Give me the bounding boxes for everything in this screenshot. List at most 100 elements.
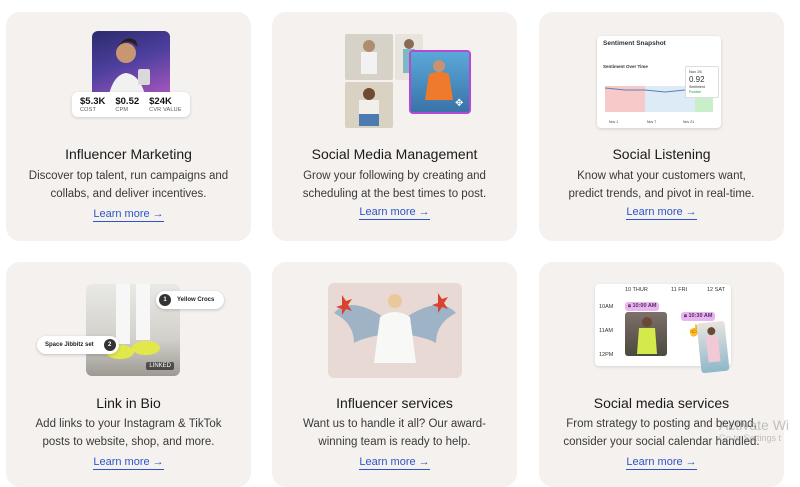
learn-more-link[interactable]: Learn more →	[93, 456, 164, 470]
learn-more-label: Learn more	[93, 456, 150, 468]
person-icon	[705, 327, 721, 363]
calendar-day: 10 THUR	[625, 287, 648, 293]
linked-badge: LINKED	[146, 362, 174, 370]
stat-label: CPM	[115, 107, 129, 113]
person-icon	[361, 40, 377, 74]
stat-value: $24K	[149, 96, 172, 107]
card-title: Influencer Marketing	[65, 146, 192, 162]
influencer-wings-photo	[328, 283, 462, 378]
desc-line: Know what your customers want,	[577, 170, 746, 182]
chip-time: 10:30 AM	[688, 313, 713, 319]
stat-value: $5.3K	[80, 96, 106, 107]
card-title: Social Listening	[612, 146, 711, 162]
x-tick: Nov 7	[647, 120, 657, 124]
arrow-right-icon: →	[418, 206, 430, 218]
move-icon[interactable]: ✥	[455, 98, 463, 109]
card-description: Discover top talent, run campaigns and c…	[16, 167, 241, 203]
watermark-line: Go to Settings t	[719, 433, 782, 443]
person-icon	[637, 317, 657, 354]
learn-more-link[interactable]: Learn more →	[626, 206, 697, 220]
link-label: Space Jibbitz set	[45, 342, 94, 348]
cursor-hand-icon: ☝	[687, 325, 701, 337]
learn-more-label: Learn more	[93, 208, 150, 220]
tooltip-value: 0.92	[689, 75, 705, 84]
x-tick: Nov 21	[683, 120, 695, 124]
learn-more-label: Learn more	[359, 456, 416, 468]
content-calendar: 10 THUR 11 FRI 12 SAT 10AM 11AM 12PM 🔒︎ …	[595, 284, 731, 374]
calendar-time: 11AM	[599, 328, 613, 334]
stat-cost: $5.3K COST	[80, 96, 105, 113]
card-link-in-bio: LINKED 1 Yellow Crocs Space Jibbitz set …	[6, 262, 251, 487]
card-title: Influencer services	[336, 395, 453, 411]
desc-line: Add links to your Instagram & TikTok	[35, 418, 222, 430]
calendar-time: 12PM	[599, 352, 614, 358]
card-description: Want us to handle it all? Our award- win…	[282, 415, 507, 451]
card-title: Link in Bio	[96, 395, 161, 411]
stat-label: COST	[80, 107, 97, 113]
campaign-stats-box: $5.3K COST $0.52 CPM $24K CVR VALUE	[72, 92, 190, 117]
post-thumbnail	[345, 34, 393, 80]
desc-line: winning team is ready to help.	[318, 436, 471, 448]
post-collage: ✥	[345, 34, 473, 128]
stat-value: $0.52	[115, 96, 140, 107]
arrow-right-icon: →	[152, 208, 164, 220]
card-influencer-marketing: $5.3K COST $0.52 CPM $24K CVR VALUE Influen…	[6, 12, 251, 241]
learn-more-link[interactable]: Learn more →	[359, 456, 430, 470]
learn-more: Learn more →	[539, 456, 784, 470]
sentiment-tooltip: Nov 26 0.92 Sentiment Positive	[685, 66, 719, 98]
card-social-media-services: 10 THUR 11 FRI 12 SAT 10AM 11AM 12PM 🔒︎ …	[539, 262, 784, 487]
card-description: Know what your customers want, predict t…	[549, 167, 774, 203]
card-description: Grow your following by creating and sche…	[282, 167, 507, 203]
arrow-right-icon: →	[685, 206, 697, 218]
link-item-yellow-crocs[interactable]: 1 Yellow Crocs	[156, 291, 225, 309]
watermark-line: Activate Wi	[719, 417, 790, 433]
stat-cvr: $24K CVR VALUE	[149, 96, 182, 113]
card-social-media-management: ✥ Social Media Management Grow your foll…	[272, 12, 517, 241]
desc-line: Discover top talent, run campaigns and	[28, 170, 229, 182]
scheduled-post-chip[interactable]: 🔒︎ 10:30 AM	[681, 312, 716, 321]
link-label: Yellow Crocs	[177, 297, 215, 303]
learn-more-label: Learn more	[359, 206, 416, 218]
calendar-day: 12 SAT	[707, 287, 725, 293]
snapshot-title: Sentiment Snapshot	[603, 40, 666, 47]
link-item-space-jibbitz[interactable]: Space Jibbitz set 2	[37, 336, 119, 354]
scheduled-post-chip[interactable]: 🔒︎ 10:00 AM	[625, 302, 660, 311]
learn-more: Learn more →	[272, 456, 517, 470]
desc-line: predict trends, and pivot in real-time.	[568, 188, 755, 200]
card-influencer-services: Influencer services Want us to handle it…	[272, 262, 517, 487]
person-icon	[359, 88, 379, 126]
tooltip-status: Positive	[689, 90, 702, 94]
learn-more: Learn more →	[272, 206, 517, 220]
post-thumbnail	[345, 82, 393, 128]
learn-more: Learn more →	[6, 208, 251, 222]
desc-line: Grow your following by creating and	[303, 170, 486, 182]
arrow-right-icon: →	[418, 456, 430, 468]
card-title: Social media services	[593, 395, 730, 411]
chip-time: 10:00 AM	[632, 303, 657, 309]
arrow-right-icon: →	[152, 456, 164, 468]
arrow-right-icon: →	[685, 456, 697, 468]
learn-more-link[interactable]: Learn more →	[93, 208, 164, 222]
learn-more-link[interactable]: Learn more →	[626, 456, 697, 470]
sentiment-snapshot: Sentiment Snapshot Sentiment Over Time N…	[597, 36, 721, 128]
tooltip-date: Nov 26	[689, 69, 702, 74]
scheduled-post-thumbnail[interactable]	[696, 320, 730, 374]
learn-more-link[interactable]: Learn more →	[359, 206, 430, 220]
desc-line: scheduling at the best times to post.	[302, 188, 487, 200]
x-tick: Nov 1	[609, 120, 619, 124]
desc-line: posts to website, shop, and more.	[42, 436, 215, 448]
snapshot-subtitle: Sentiment Over Time	[603, 64, 648, 69]
learn-more-label: Learn more	[626, 456, 683, 468]
learn-more: Learn more →	[539, 206, 784, 220]
scheduled-post-thumbnail[interactable]	[625, 312, 667, 356]
desc-line: collabs, and deliver incentives.	[50, 188, 207, 200]
stat-cpm: $0.52 CPM	[115, 96, 139, 113]
tooltip-label: Sentiment	[689, 85, 705, 89]
card-title: Social Media Management	[311, 146, 478, 162]
activation-watermark: Activate Wi Go to Settings t	[719, 417, 789, 443]
card-description: Add links to your Instagram & TikTok pos…	[16, 415, 241, 451]
learn-more: Learn more →	[6, 456, 251, 470]
card-social-listening: Sentiment Snapshot Sentiment Over Time N…	[539, 12, 784, 241]
number-badge: 2	[103, 339, 116, 351]
desc-line: Want us to handle it all? Our award-	[302, 418, 487, 430]
